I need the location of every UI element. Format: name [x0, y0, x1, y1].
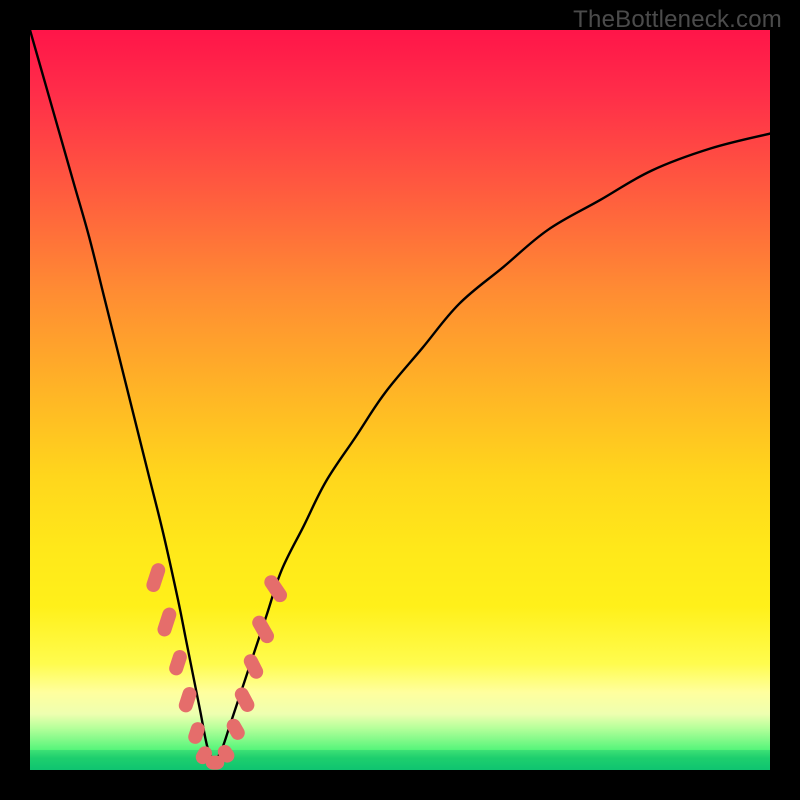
curve-left-branch — [30, 30, 215, 763]
plot-area — [30, 30, 770, 770]
curve-marker — [250, 613, 277, 646]
curve-marker — [156, 606, 178, 638]
curve-marker — [145, 561, 167, 593]
curve-marker — [262, 573, 290, 605]
curve-marker — [167, 648, 188, 677]
curve-right-branch — [215, 134, 770, 763]
chart-frame: TheBottleneck.com — [0, 0, 800, 800]
curve-layer — [30, 30, 770, 770]
watermark-text: TheBottleneck.com — [573, 6, 782, 34]
